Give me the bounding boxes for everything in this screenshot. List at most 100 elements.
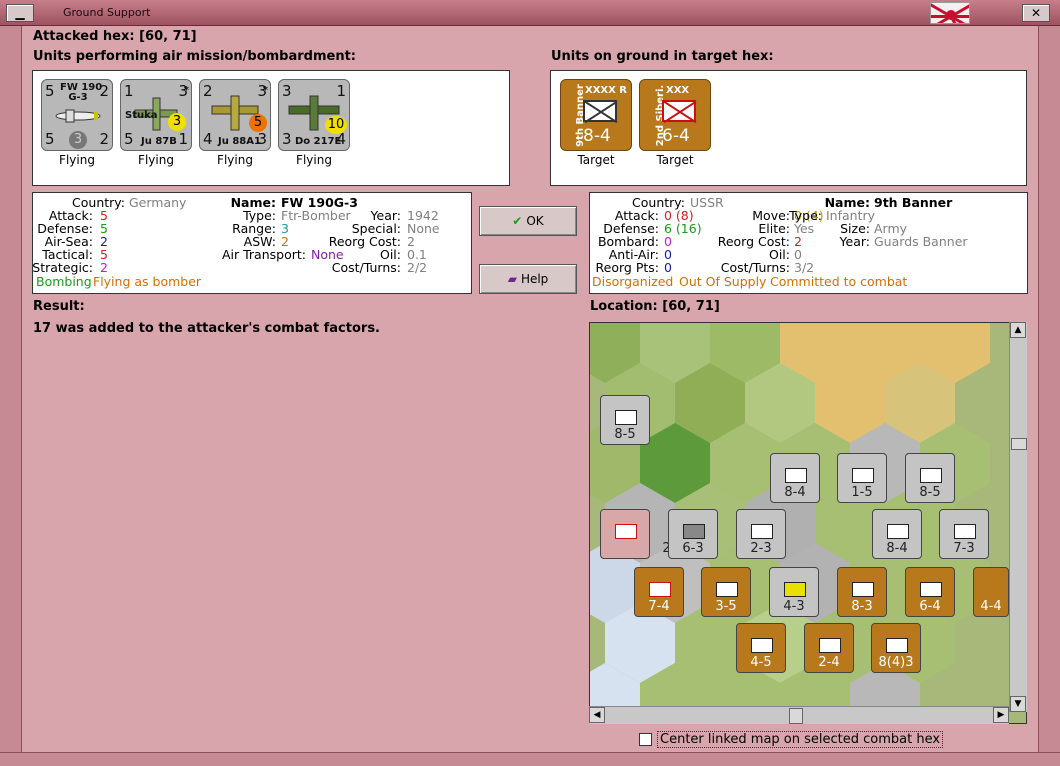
map-counter[interactable]: 4-5 [736, 623, 786, 673]
checkmark-icon: ✔ [512, 214, 523, 228]
help-button[interactable]: ▰ Help [479, 264, 577, 294]
info-value: 0 [664, 260, 672, 275]
counter-value: 7-3 [953, 541, 975, 556]
linked-map[interactable]: 8-5 8-4 1-5 8-5 2-4 6-3 2-3 8-4 7-3 7-4 … [589, 322, 1027, 724]
map-counter[interactable]: 2-3 [736, 509, 786, 559]
center-map-label[interactable]: Center linked map on selected combat hex [657, 731, 944, 748]
system-menu-button[interactable]: ▁ [6, 4, 34, 22]
map-counter[interactable]: 8-4 [872, 509, 922, 559]
map-counter[interactable]: 8-3 [837, 567, 887, 617]
air-unit-ju87[interactable]: 1 3 * Stuka 3 5 Ju 87B 1 [120, 79, 192, 151]
unit-star: * [262, 85, 268, 96]
counter-value: 2-4 [818, 655, 840, 670]
counter-value: 8-5 [614, 427, 636, 442]
window-title: Ground Support [63, 6, 151, 19]
unit-corner: R [619, 85, 627, 96]
scroll-up-icon[interactable]: ▲ [1010, 322, 1026, 338]
info-value: USSR [690, 195, 724, 210]
map-counter[interactable]: 8-5 [600, 395, 650, 445]
map-counter[interactable]: 6-3 [668, 509, 718, 559]
map-counter[interactable]: 4-4 [973, 567, 1009, 617]
counter-value: 7-4 [648, 599, 670, 614]
counter-value: 6-4 [919, 599, 941, 614]
japan-flag-icon [930, 2, 970, 24]
map-counter[interactable]: 7-4 [634, 567, 684, 617]
counter-value: 8-5 [919, 485, 941, 500]
info-label: Air Transport: [221, 247, 306, 262]
unit-stat: 1 [178, 130, 188, 148]
counter-value: 4-4 [980, 599, 1002, 614]
unit-name: Ju 87B [141, 136, 177, 147]
ground-unit-9th-banner[interactable]: XXXX R 9th Banner 8-4 [560, 79, 632, 151]
info-value: Germany [129, 195, 187, 210]
attacker-info-panel: Country: Germany Attack: 5 Defense: 5 Ai… [32, 192, 472, 294]
unit-stat: 5 [124, 130, 134, 148]
map-counter[interactable]: 7-3 [939, 509, 989, 559]
counter-value: 6-3 [682, 541, 704, 556]
minimize-icon: ▁ [15, 6, 25, 20]
map-horizontal-scrollbar[interactable]: ◀ ▶ [589, 706, 1009, 724]
map-counter[interactable]: 3-5 [701, 567, 751, 617]
status-bombing: Bombing [36, 274, 92, 289]
map-counter[interactable]: 8-4 [770, 453, 820, 503]
result-text: 17 was added to the attacker's combat fa… [33, 321, 380, 336]
map-vertical-scrollbar[interactable]: ▲ ▼ [1009, 322, 1027, 712]
right-frame [1038, 26, 1060, 766]
map-counter[interactable]: 1-5 [837, 453, 887, 503]
infantry-symbol-icon [583, 100, 617, 122]
air-unit-ju88[interactable]: 2 3 * 5 4 Ju 88A1 3 [199, 79, 271, 151]
defender-info-panel: Country: USSR Attack: 0 (8) Defense: 6 (… [589, 192, 1028, 294]
unit-stat: 2 [99, 130, 109, 148]
result-label: Result: [33, 299, 85, 314]
unit-nickname: Stuka [125, 110, 158, 121]
air-unit-do217[interactable]: 3 1 10 3 Do 217E 4 [278, 79, 350, 151]
counter-value: 4-5 [750, 655, 772, 670]
scroll-thumb[interactable] [789, 708, 803, 724]
unit-stat: 3 [257, 130, 267, 148]
air-unit-fw190[interactable]: 5 2 FW 190 G-3 3 5 2 [41, 79, 113, 151]
unit-status: Target [656, 153, 694, 167]
location-label: Location: [60, 71] [590, 299, 720, 314]
unit-name: FW 190 G-3 [60, 82, 103, 103]
counter-value: 2-3 [750, 541, 772, 556]
map-counter[interactable]: 4-3 [769, 567, 819, 617]
status-out-of-supply: Out Of Supply [679, 274, 767, 289]
help-book-icon: ▰ [507, 272, 517, 286]
scroll-right-icon[interactable]: ▶ [993, 707, 1009, 723]
map-counter[interactable]: 6-4 [905, 567, 955, 617]
info-label: Cost/Turns: [720, 260, 790, 275]
unit-size: XXXX [585, 85, 616, 96]
scroll-left-icon[interactable]: ◀ [589, 707, 605, 723]
center-map-checkbox[interactable] [639, 733, 652, 746]
unit-disc: 3 [69, 131, 87, 149]
scroll-thumb[interactable] [1011, 438, 1027, 450]
info-value: 2 [100, 260, 108, 275]
map-counter[interactable]: 8-5 [905, 453, 955, 503]
ok-button[interactable]: ✔ OK [479, 206, 577, 236]
status-flying: Flying as bomber [93, 274, 202, 289]
counter-value: 8-4 [784, 485, 806, 500]
left-frame [0, 26, 22, 766]
unit-disc: 3 [168, 113, 186, 131]
title-bar: ▁ Ground Support ✕ [0, 0, 1060, 26]
scroll-down-icon[interactable]: ▼ [1010, 696, 1026, 712]
unit-stat: 4 [203, 130, 213, 148]
counter-value: 8-3 [851, 599, 873, 614]
map-counter[interactable]: 2-4 [804, 623, 854, 673]
ground-unit-2nd-siberian[interactable]: XXX 2nd Siberi. 6-4 [639, 79, 711, 151]
unit-status: Flying [296, 153, 332, 167]
close-button[interactable]: ✕ [1022, 4, 1050, 22]
map-counter[interactable]: 8(4)3 [871, 623, 921, 673]
unit-name: Do 217E [295, 136, 342, 147]
info-label: Reorg Pts: [595, 260, 659, 275]
bottom-frame [0, 752, 1060, 766]
help-label: Help [520, 272, 549, 286]
defender-units-panel: XXXX R 9th Banner 8-4 Target XXX 2nd Sib… [550, 70, 1027, 186]
info-value: Guards Banner [874, 234, 968, 249]
info-label: Strategic: [32, 260, 93, 275]
info-value: 3/2 [794, 260, 815, 275]
info-value: Ftr-Bomber [281, 208, 351, 223]
map-counter[interactable]: 2-4 [600, 509, 684, 559]
counter-value: 8-4 [886, 541, 908, 556]
close-icon: ✕ [1030, 6, 1042, 20]
